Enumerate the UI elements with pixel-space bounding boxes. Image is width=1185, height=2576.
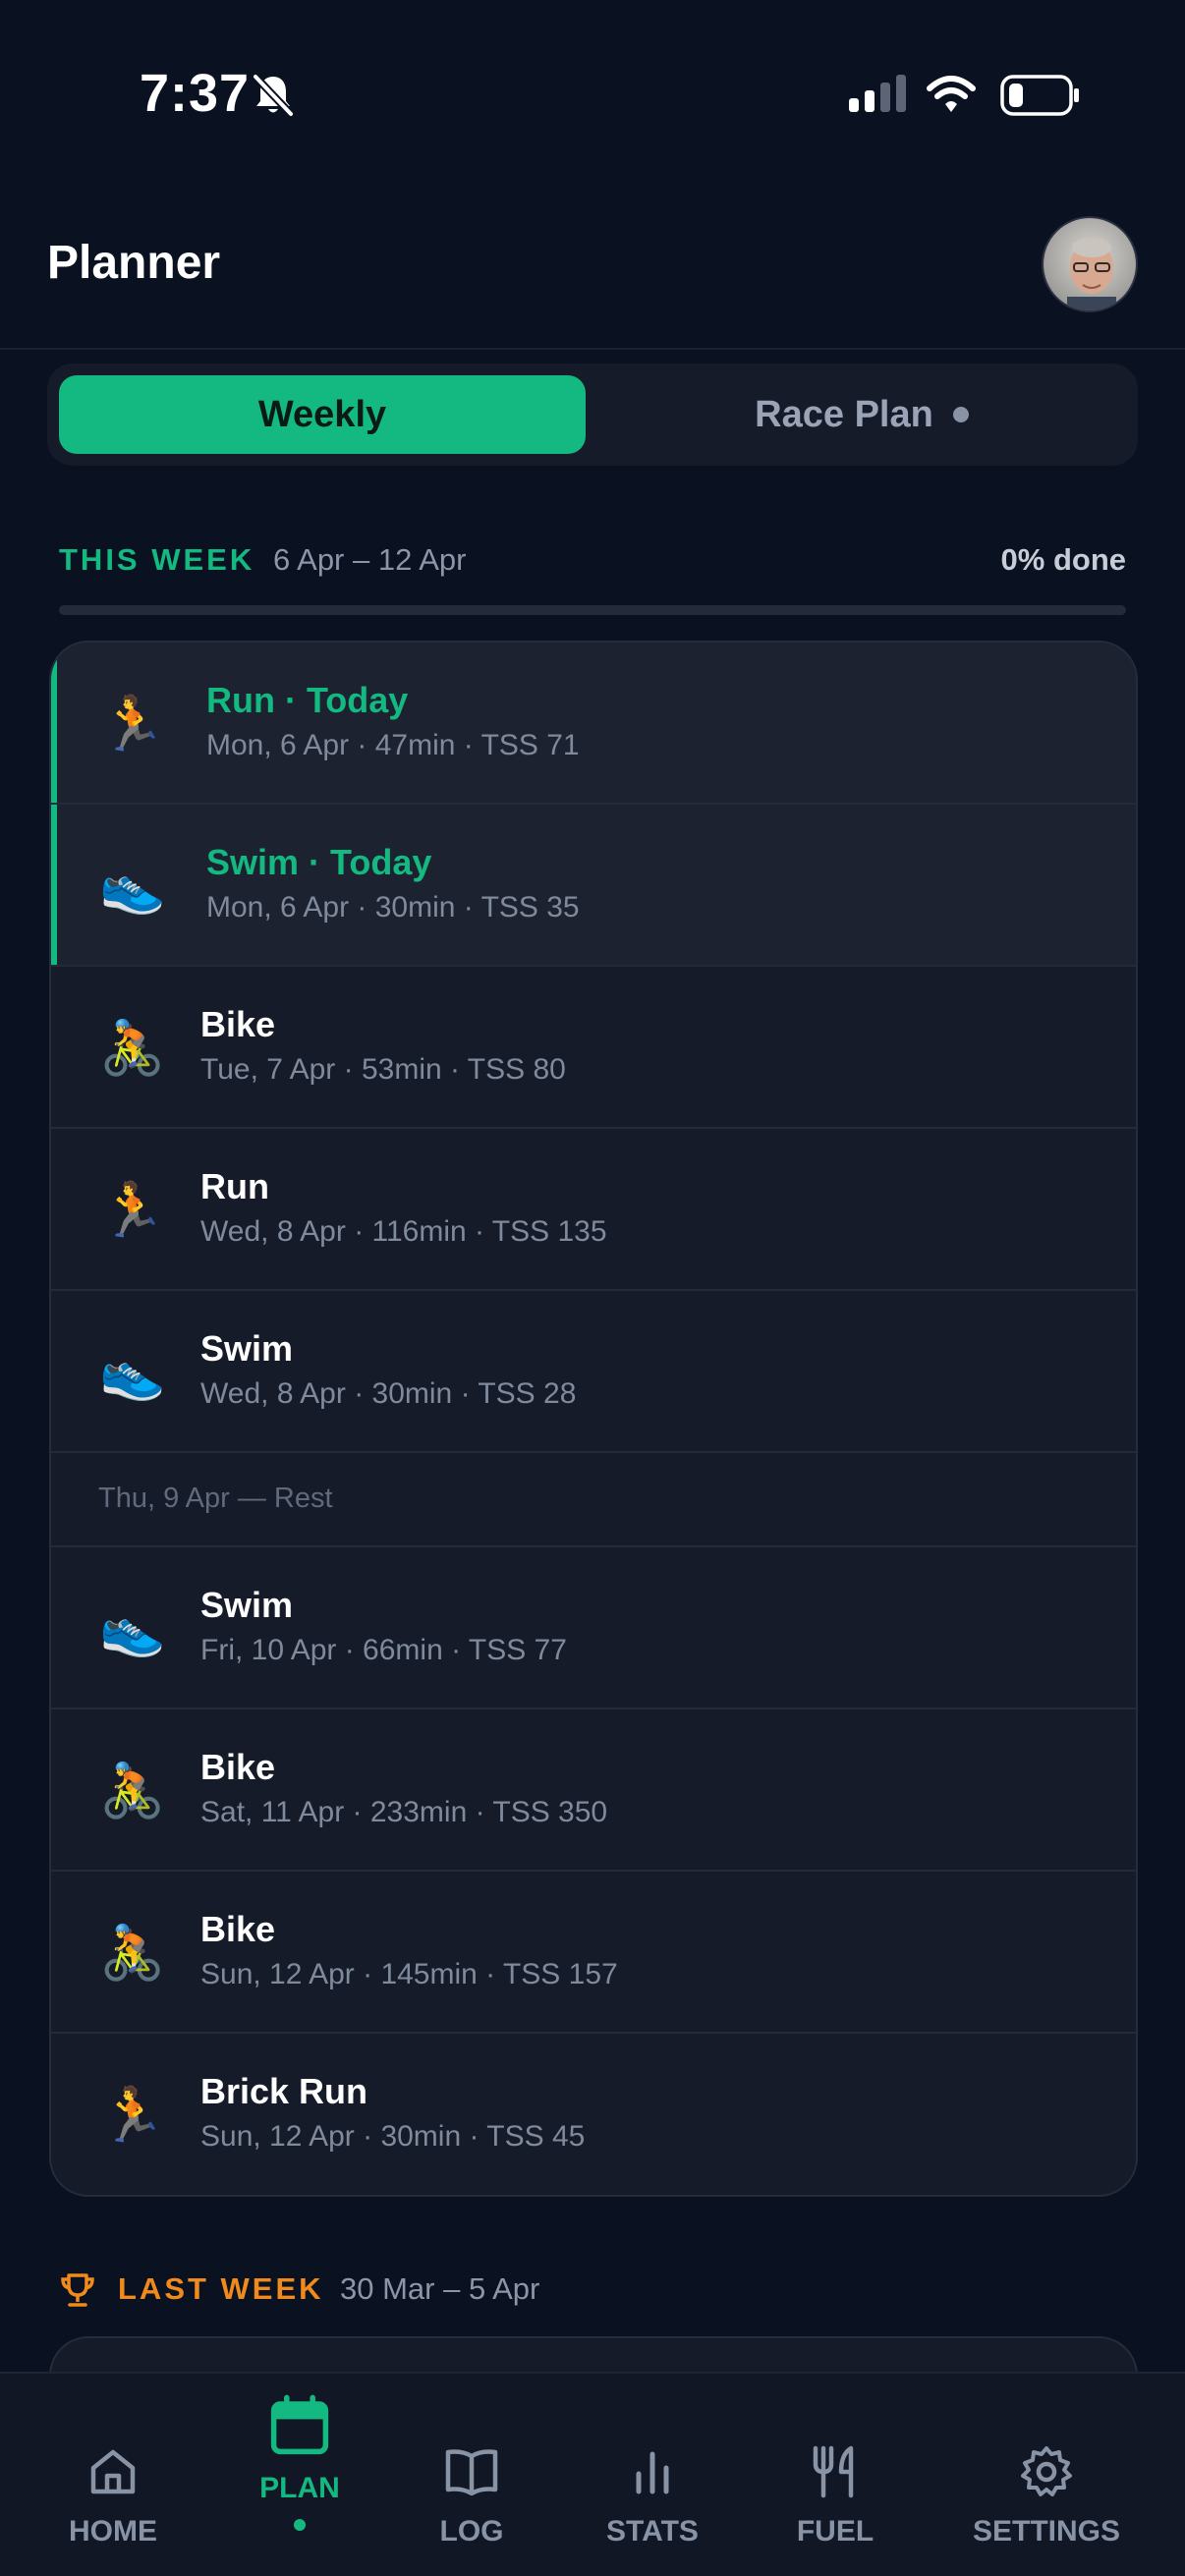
last-week-label: LAST WEEK	[118, 2271, 324, 2306]
nav-log[interactable]: LOG	[413, 2374, 531, 2576]
bell-muted-icon	[253, 74, 294, 117]
sessions-card: 🏃 Run · Today Mon, 6 Apr · 47min · TSS 7…	[49, 641, 1138, 2197]
runner-icon: 🏃	[99, 2086, 166, 2145]
session-details: Sun, 12 Apr · 30min · TSS 45	[200, 2120, 586, 2153]
session-title: Swim	[200, 1585, 294, 1625]
view-segmented-control: Weekly Race Plan	[47, 364, 1138, 466]
this-week-range: 6 Apr – 12 Apr	[273, 542, 467, 577]
utensils-icon	[813, 2445, 854, 2498]
session-details: Sat, 11 Apr · 233min · TSS 350	[200, 1796, 608, 1828]
session-title: Bike	[200, 1747, 276, 1787]
nav-stats[interactable]: STATS	[593, 2374, 711, 2576]
cyclist-icon: 🚴	[99, 1019, 166, 1078]
last-week-range: 30 Mar – 5 Apr	[340, 2271, 540, 2306]
session-row[interactable]: 🏃 Brick Run Sun, 12 Apr · 30min · TSS 45	[51, 2034, 1136, 2195]
session-title: Bike	[200, 1004, 276, 1044]
nav-stats-label: STATS	[606, 2515, 699, 2548]
session-details: Sun, 12 Apr · 145min · TSS 157	[200, 1958, 618, 1990]
nav-home[interactable]: HOME	[54, 2374, 172, 2576]
session-details: Fri, 10 Apr · 66min · TSS 77	[200, 1634, 567, 1666]
gear-icon	[1021, 2446, 1072, 2496]
session-title: Run	[200, 1166, 269, 1206]
status-time: 7:37	[140, 64, 251, 123]
nav-plan[interactable]: PLAN	[241, 2374, 359, 2576]
session-title: Swim · Today	[206, 842, 432, 882]
nav-log-label: LOG	[439, 2515, 504, 2548]
nav-settings-label: SETTINGS	[972, 2515, 1120, 2548]
nav-fuel[interactable]: FUEL	[776, 2374, 894, 2576]
tab-race-plan-label: Race Plan	[755, 393, 933, 435]
session-details: Mon, 6 Apr · 47min · TSS 71	[206, 729, 580, 761]
nav-home-label: HOME	[69, 2515, 157, 2548]
session-row[interactable]: 👟 Swim Fri, 10 Apr · 66min · TSS 77	[51, 1547, 1136, 1709]
nav-fuel-label: FUEL	[796, 2515, 875, 2548]
session-row[interactable]: 🚴 Bike Sat, 11 Apr · 233min · TSS 350	[51, 1709, 1136, 1872]
trophy-icon	[61, 2273, 94, 2307]
session-title: Brick Run	[200, 2071, 368, 2111]
shoe-icon: 👟	[99, 857, 166, 916]
nav-settings[interactable]: SETTINGS	[963, 2374, 1130, 2576]
session-row[interactable]: 👟 Swim Wed, 8 Apr · 30min · TSS 28	[51, 1291, 1136, 1453]
home-icon	[90, 2449, 136, 2494]
session-row[interactable]: 🏃 Run · Today Mon, 6 Apr · 47min · TSS 7…	[51, 643, 1136, 805]
shoe-icon: 👟	[99, 1343, 166, 1402]
signal-icon	[849, 75, 906, 112]
active-nav-indicator	[294, 2519, 306, 2531]
session-row[interactable]: 👟 Swim · Today Mon, 6 Apr · 30min · TSS …	[51, 805, 1136, 967]
runner-icon: 🏃	[99, 1181, 166, 1240]
rest-day-label: Thu, 9 Apr — Rest	[98, 1483, 333, 1514]
rest-day-row: Thu, 9 Apr — Rest	[51, 1453, 1136, 1547]
session-row[interactable]: 🚴 Bike Tue, 7 Apr · 53min · TSS 80	[51, 967, 1136, 1129]
session-details: Wed, 8 Apr · 30min · TSS 28	[200, 1377, 577, 1410]
avatar[interactable]	[1042, 216, 1138, 312]
planner-screen: 7:37 Planner Weekly Race Plan THIS WEEK …	[0, 0, 1185, 2576]
session-details: Tue, 7 Apr · 53min · TSS 80	[200, 1053, 566, 1086]
calendar-icon	[270, 2394, 329, 2455]
cyclist-icon: 🚴	[99, 1924, 166, 1983]
tab-race-plan[interactable]: Race Plan	[597, 375, 1126, 454]
session-row[interactable]: 🚴 Bike Sun, 12 Apr · 145min · TSS 157	[51, 1872, 1136, 2034]
book-icon	[445, 2449, 498, 2496]
tab-weekly[interactable]: Weekly	[59, 375, 586, 454]
this-week-done: 0% done	[1000, 542, 1126, 577]
this-week-label: THIS WEEK	[59, 542, 255, 577]
cyclist-icon: 🚴	[99, 1762, 166, 1820]
race-plan-indicator-dot	[952, 407, 969, 422]
header-divider	[0, 348, 1185, 350]
session-title: Bike	[200, 1909, 276, 1949]
shoe-icon: 👟	[99, 1599, 166, 1658]
bar-chart-icon	[636, 2451, 669, 2494]
page-title: Planner	[47, 237, 221, 289]
nav-plan-label: PLAN	[259, 2472, 340, 2504]
session-title: Swim	[200, 1328, 294, 1369]
wifi-icon	[927, 76, 976, 112]
session-row[interactable]: 🏃 Run Wed, 8 Apr · 116min · TSS 135	[51, 1129, 1136, 1291]
bottom-nav: HOME PLAN LOG STATS FUEL SETTINGS	[0, 2372, 1185, 2576]
session-details: Wed, 8 Apr · 116min · TSS 135	[200, 1215, 607, 1248]
battery-icon	[1000, 75, 1079, 116]
week-progress-bar	[59, 605, 1126, 615]
session-title: Run · Today	[206, 680, 409, 720]
runner-icon: 🏃	[99, 695, 166, 754]
session-details: Mon, 6 Apr · 30min · TSS 35	[206, 891, 580, 924]
